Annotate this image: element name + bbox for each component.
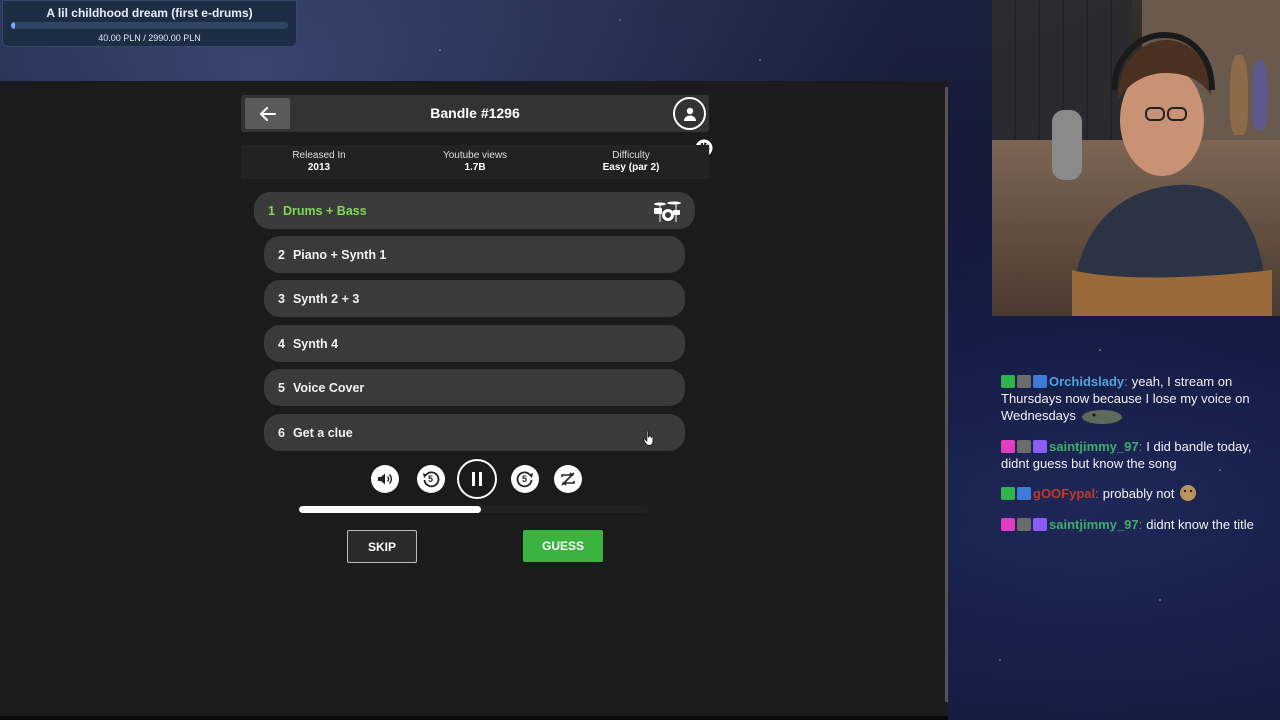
chat-separator: :: [1124, 374, 1128, 389]
chat-username[interactable]: gOOFypal: [1033, 486, 1095, 501]
stem-label: Voice Cover: [292, 380, 365, 395]
stem-number: 3: [278, 291, 285, 306]
song-info-bar: Released In 2013 Youtube views 1.7B Diff…: [241, 145, 709, 179]
info-value: 1.7B: [464, 162, 486, 173]
stem-label: Drums + Bass: [282, 203, 367, 218]
stem-item-6-clue[interactable]: 6 Get a clue: [264, 414, 685, 451]
stem-number: 4: [278, 336, 285, 351]
chat-message: gOOFypal: probably not: [1001, 482, 1271, 506]
stem-label: Synth 4: [292, 336, 339, 351]
goal-progress-bar: [11, 22, 288, 29]
photo-badge-icon: [1017, 440, 1031, 453]
stem-label: Synth 2 + 3: [292, 291, 360, 306]
verified-badge-icon: [1017, 487, 1031, 500]
gem-badge-icon: [1001, 518, 1015, 531]
info-released: Released In 2013: [241, 145, 397, 179]
donation-goal-widget: A lil childhood dream (first e-drums) 40…: [2, 0, 297, 47]
profile-button[interactable]: [673, 97, 706, 130]
stem-item-2[interactable]: 2 Piano + Synth 1: [264, 236, 685, 273]
chat-text: probably not: [1102, 486, 1175, 501]
stem-number: 2: [278, 247, 285, 262]
bear-emote-icon: [1178, 482, 1198, 506]
stem-number: 1: [268, 203, 275, 218]
info-label: Released In: [292, 150, 346, 161]
rewind-seconds: 5: [428, 474, 434, 484]
goal-title: A lil childhood dream (first e-drums): [46, 6, 253, 20]
pause-icon: [472, 472, 482, 486]
game-header: Bandle #1296: [241, 95, 709, 132]
rewind-button[interactable]: 5: [417, 465, 445, 493]
stem-number: 6: [278, 425, 285, 440]
photo-badge-icon: [1017, 518, 1031, 531]
verified-badge-icon: [1033, 375, 1047, 388]
chat-username[interactable]: saintjimmy_97: [1049, 517, 1139, 532]
chat-separator: :: [1138, 517, 1143, 532]
lizard-emote-icon: [1080, 408, 1124, 428]
stream-chat: Orchidslady: yeah, I stream on Thursdays …: [1001, 373, 1271, 543]
chat-message: saintjimmy_97: didnt know the title: [1001, 516, 1271, 533]
sub-badge-icon: [1033, 440, 1047, 453]
info-value: Easy (par 2): [602, 162, 660, 173]
repeat-off-icon: [561, 472, 575, 486]
hand-cursor-icon: [643, 430, 654, 446]
info-label: Youtube views: [442, 150, 508, 161]
goal-amount: 40.00 PLN / 2990.00 PLN: [98, 33, 201, 43]
chat-message: saintjimmy_97: I did bandle today, didnt …: [1001, 438, 1271, 472]
chat-text: didnt know the title: [1146, 517, 1254, 532]
playback-progress-bar[interactable]: [299, 506, 649, 513]
chat-separator: :: [1138, 439, 1143, 454]
user-icon: [683, 107, 696, 121]
photo-badge-icon: [1017, 375, 1031, 388]
game-scrollbar[interactable]: [945, 87, 948, 702]
skip-button[interactable]: SKIP: [347, 530, 417, 563]
stem-number: 5: [278, 380, 285, 395]
streamer-silhouette: [1052, 31, 1272, 316]
info-label: Difficulty: [612, 150, 650, 161]
chat-separator: :: [1095, 486, 1099, 501]
check-badge-icon: [1001, 487, 1015, 500]
stem-item-3[interactable]: 3 Synth 2 + 3: [264, 280, 685, 317]
playback-progress-fill: [299, 506, 481, 513]
info-value: 2013: [307, 162, 331, 173]
stem-item-5[interactable]: 5 Voice Cover: [264, 369, 685, 406]
goal-progress-fill: [11, 22, 15, 29]
drum-kit-icon: [654, 201, 681, 222]
forward-button[interactable]: 5: [511, 465, 539, 493]
chat-username[interactable]: saintjimmy_97: [1049, 439, 1139, 454]
game-title: Bandle #1296: [430, 105, 520, 121]
forward-seconds: 5: [522, 474, 528, 484]
game-panel-bottom-edge: [0, 716, 948, 720]
pause-button[interactable]: [457, 459, 497, 499]
loop-toggle-button[interactable]: [554, 465, 582, 493]
stem-label: Piano + Synth 1: [292, 247, 387, 262]
guess-button[interactable]: GUESS: [523, 530, 603, 562]
stem-item-4[interactable]: 4 Synth 4: [264, 325, 685, 362]
stem-item-1[interactable]: 1 Drums + Bass: [254, 192, 695, 229]
info-difficulty: Difficulty Easy (par 2): [553, 145, 709, 179]
sub-badge-icon: [1033, 518, 1047, 531]
gem-badge-icon: [1001, 440, 1015, 453]
chat-username[interactable]: Orchidslady: [1049, 374, 1124, 389]
check-badge-icon: [1001, 375, 1015, 388]
volume-button[interactable]: [371, 465, 399, 493]
speaker-icon: [378, 473, 392, 485]
chat-message: Orchidslady: yeah, I stream on Thursdays …: [1001, 373, 1271, 428]
stem-label: Get a clue: [292, 425, 353, 440]
info-views: Youtube views 1.7B: [397, 145, 553, 179]
webcam-feed: [992, 0, 1280, 316]
